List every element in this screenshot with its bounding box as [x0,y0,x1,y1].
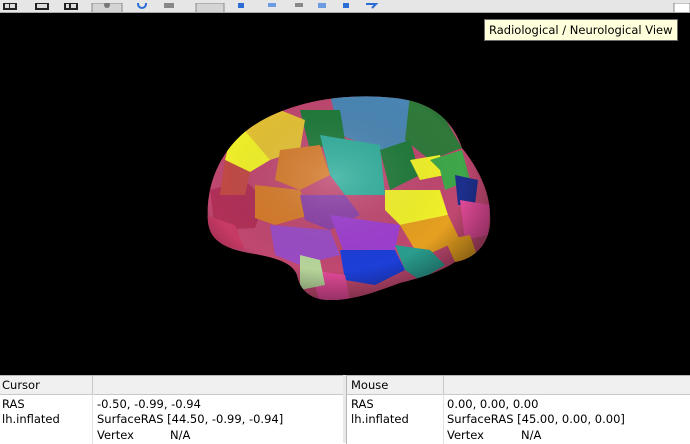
tool-icon-1[interactable] [268,3,276,7]
mouse-row-label: lh.inflated [351,412,409,426]
cursor-vertex-label: Vertex [97,428,134,442]
mouse-panel-header: Mouse [347,376,690,395]
mouse-info-panel: Mouse RAS 0.00, 0.00, 0.00 lh.inflated S… [346,375,690,444]
toolbar [0,0,690,13]
cursor-info-panel: Cursor RAS -0.50, -0.99, -0.94 lh.inflat… [0,375,343,444]
mouse-vertex-label: Vertex [447,428,484,442]
arrow-icon[interactable] [366,3,379,9]
rotate-icon[interactable] [137,0,147,9]
cursor-ras-value[interactable]: -0.50, -0.99, -0.94 [97,397,201,411]
render-viewport[interactable] [0,13,690,375]
tooltip-text: Radiological / Neurological View [489,23,673,37]
camera-icon[interactable] [164,3,174,8]
brain-shading [207,96,491,300]
mouse-ras-value[interactable]: 0.00, 0.00, 0.00 [447,397,538,411]
view-tooltip: Radiological / Neurological View [484,19,678,41]
tool-icon-3[interactable] [318,3,326,8]
toolbar-icons [3,0,690,13]
tool-icon-4[interactable] [343,3,349,8]
view-button[interactable] [195,2,225,13]
tool-icon-2[interactable] [295,3,303,7]
cursor-header-label: Cursor [2,378,40,392]
mouse-column-divider [443,394,444,444]
cursor-row-label: RAS [2,397,25,411]
mouse-vertex-value[interactable]: N/A [521,428,541,442]
toolbar-field[interactable] [673,2,690,13]
cursor-vertex-value[interactable]: N/A [170,428,190,442]
mouse-header-label: Mouse [351,378,389,392]
layout-icon[interactable] [3,3,17,10]
cursor-surface-ras-value[interactable]: SurfaceRAS [44.50, -0.99, -0.94] [97,412,283,426]
mouse-surface-ras-value[interactable]: SurfaceRAS [45.00, 0.00, 0.00] [447,412,625,426]
layout-3-icon[interactable] [64,3,78,10]
layout-2-icon[interactable] [35,3,49,10]
cursor-column-divider [92,394,93,444]
mouse-row-label: RAS [351,397,374,411]
settings-icon[interactable] [238,3,244,8]
cursor-panel-header: Cursor [0,376,343,395]
view-toggle-button[interactable] [91,2,123,13]
cursor-row-label: lh.inflated [2,412,60,426]
brain-surface-render[interactable] [0,13,690,375]
